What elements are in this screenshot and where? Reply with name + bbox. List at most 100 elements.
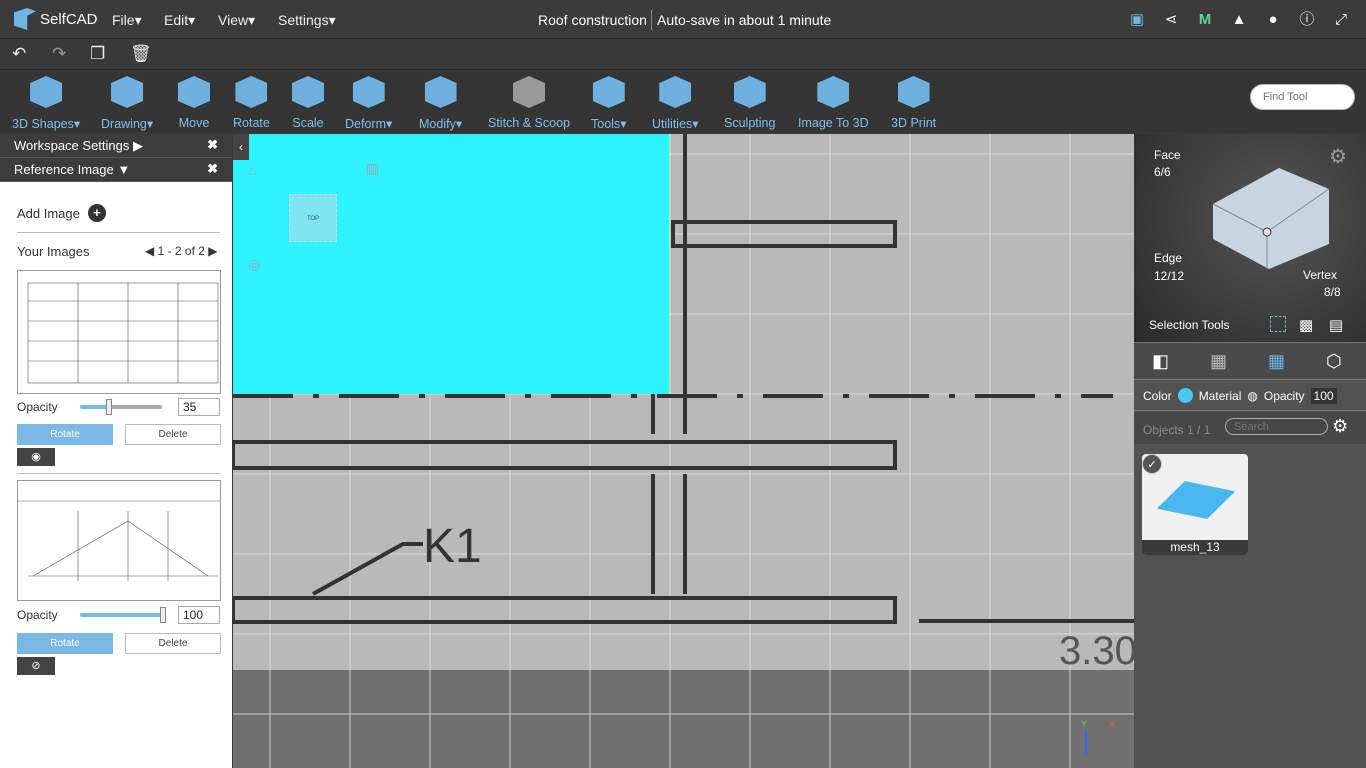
opacity-slider-1[interactable] (80, 399, 162, 415)
tool-utilities[interactable]: Utilities▾ (652, 76, 699, 131)
tool-tools[interactable]: Tools▾ (591, 76, 626, 131)
reference-image-thumb-1[interactable] (17, 270, 221, 394)
camera-icon[interactable]: ◎ (248, 256, 260, 273)
object-name: mesh_13 (1142, 540, 1248, 555)
opacity-input-2[interactable]: 100 (178, 606, 220, 624)
user-icon[interactable]: ● (1264, 11, 1282, 29)
view-toggle-icon[interactable]: ▥ (366, 160, 379, 177)
tool-modify[interactable]: Modify▾ (419, 76, 462, 131)
close-icon[interactable]: ✖ (207, 161, 218, 177)
selection-mode-panel: Face 6/6 Edge 12/12 Vertex 8/8 ⚙ Selecti… (1134, 134, 1366, 342)
image-pager[interactable]: ◀ 1 - 2 of 2 ▶ (145, 244, 218, 258)
face-mode[interactable]: Face (1154, 148, 1181, 162)
edge-mode[interactable]: Edge (1154, 251, 1182, 265)
check-icon[interactable]: ✓ (1142, 454, 1162, 474)
3d-viewport[interactable]: K1 3.30 ‹ ⌂ ▥ ◎ TOP Y X (233, 134, 1134, 768)
workspace-settings-header[interactable]: Workspace Settings ▶ ✖ (0, 134, 232, 158)
tool-rotate[interactable]: Rotate (233, 76, 270, 130)
fullscreen-icon[interactable]: ⤢ (1332, 11, 1350, 29)
selection-cube-icon (1212, 168, 1330, 269)
menu-settings[interactable]: Settings▾ (278, 12, 336, 29)
left-panel: Workspace Settings ▶ ✖ Reference Image ▼ ✖… (0, 134, 232, 768)
copy-icon[interactable]: ❐ (90, 44, 105, 64)
axis-y-label: Y (1081, 719, 1088, 729)
deform-icon (352, 76, 385, 108)
info-icon[interactable]: ⓘ (1298, 11, 1316, 29)
color-swatch[interactable] (1177, 388, 1193, 403)
selection-tools-label: Selection Tools (1149, 318, 1230, 332)
tool-deform[interactable]: Deform▾ (345, 76, 392, 131)
tool-sculpting[interactable]: Sculpting (724, 76, 775, 130)
selfcad-logo[interactable]: SelfCAD (14, 8, 98, 30)
eye-slash-icon[interactable]: ⊘ (17, 657, 55, 675)
share-icon[interactable]: ⋖ (1162, 11, 1180, 29)
axis-x-label: X (1109, 719, 1116, 729)
tool-drawing[interactable]: Drawing▾ (101, 76, 153, 131)
find-tool-input[interactable] (1250, 84, 1355, 110)
tool-3d-print[interactable]: 3D Print (891, 76, 936, 130)
reference-image-header[interactable]: Reference Image ▼ ✖ (0, 158, 232, 182)
undo-icon[interactable]: ↶ (12, 44, 26, 64)
tool-3d-shapes[interactable]: 3D Shapes▾ (12, 76, 80, 131)
cube-icon (30, 76, 63, 108)
material-icon[interactable]: ◍ (1247, 389, 1257, 403)
home-icon[interactable]: ⌂ (248, 162, 256, 178)
tool-scale[interactable]: Scale (292, 76, 324, 130)
project-title[interactable]: Roof construction (538, 12, 647, 28)
m-icon[interactable]: M (1196, 11, 1214, 29)
wireframe-view-icon[interactable]: ▦ (1210, 351, 1227, 372)
rotate-button-1[interactable]: Rotate (17, 424, 113, 445)
reference-image-thumb-2[interactable] (17, 480, 221, 601)
tool-image-to-3d[interactable]: Image To 3D (798, 76, 869, 130)
logo-icon (14, 8, 36, 30)
divider (17, 232, 220, 233)
close-icon[interactable]: ✖ (207, 137, 218, 153)
bell-icon[interactable]: ▲ (1230, 11, 1248, 29)
rotate-button-2[interactable]: Rotate (17, 633, 113, 654)
menu-edit[interactable]: Edit▾ (164, 12, 195, 29)
opacity-slider-2[interactable] (80, 607, 166, 623)
opacity-input[interactable]: 100 (1310, 387, 1337, 404)
xray-view-icon[interactable]: ⬡ (1326, 351, 1342, 372)
view-cube[interactable]: TOP (289, 194, 337, 242)
tool-move[interactable]: Move (178, 76, 210, 130)
object-card[interactable]: ✓ mesh_13 (1142, 454, 1248, 555)
menu-view[interactable]: View▾ (218, 12, 255, 29)
save-icon[interactable]: ▣ (1128, 11, 1146, 29)
quick-actions: ↶ ↷ ❐ 🗑 (0, 39, 1366, 70)
tool-stitch-scoop[interactable]: Stitch & Scoop (488, 76, 570, 130)
delete-button-2[interactable]: Delete (125, 633, 221, 654)
top-bar: SelfCAD File▾ Edit▾ View▾ Settings▾ Roof… (0, 0, 1366, 39)
opacity-input-1[interactable]: 35 (178, 398, 220, 416)
image-icon (817, 76, 850, 108)
printer-icon (897, 76, 930, 108)
gear-icon[interactable]: ⚙ (1332, 416, 1348, 437)
collapse-panel-button[interactable]: ‹ (233, 134, 249, 160)
drawing-label: K1 (423, 520, 482, 573)
view-mode-bar: ◧ ▦ ▦ ⬡ (1134, 342, 1366, 380)
select-cube-icon[interactable]: ▩ (1299, 316, 1313, 334)
redo-icon[interactable]: ↷ (52, 44, 66, 64)
stitch-icon (513, 76, 545, 108)
menu-file[interactable]: File▾ (112, 12, 142, 29)
utilities-icon (659, 76, 692, 108)
mesh-view-icon[interactable]: ▦ (1268, 351, 1285, 372)
your-images-label: Your Images (17, 244, 90, 259)
select-faces-icon[interactable]: ▤ (1329, 316, 1343, 334)
modify-icon (424, 76, 457, 108)
scale-icon (292, 76, 324, 108)
rotate-icon (235, 76, 268, 108)
objects-header: Objects 1 / 1 ⚙ (1134, 412, 1366, 444)
eye-icon[interactable]: ◉ (17, 448, 55, 466)
objects-search-input[interactable] (1225, 418, 1328, 435)
box-select-icon[interactable] (1270, 316, 1286, 332)
sculpting-icon (733, 76, 766, 108)
selected-mesh[interactable] (233, 134, 670, 394)
autosave-status: Auto-save in about 1 minute (657, 12, 832, 28)
toolbar: 3D Shapes▾ Drawing▾ Move Rotate Scale De… (0, 70, 1366, 133)
solid-view-icon[interactable]: ◧ (1152, 351, 1169, 372)
drawing-icon (111, 76, 144, 108)
delete-button-1[interactable]: Delete (125, 424, 221, 445)
add-image-button[interactable]: Add Image + (17, 204, 106, 222)
delete-icon[interactable]: 🗑 (130, 44, 152, 64)
